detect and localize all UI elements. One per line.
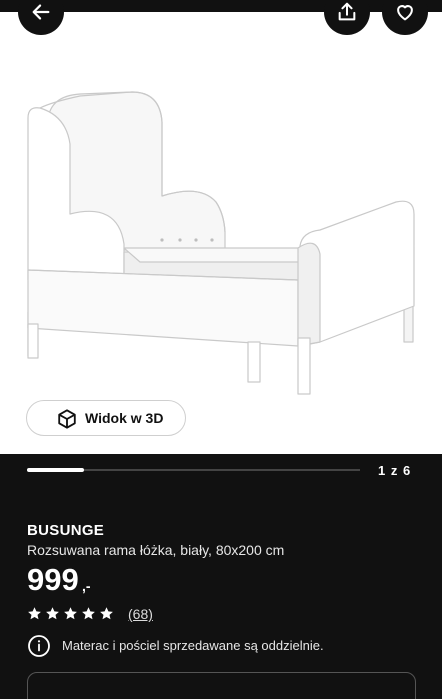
view-3d-button[interactable]: Widok w 3D [26, 400, 186, 436]
product-price: 999 [27, 562, 79, 597]
star-icon [100, 607, 113, 620]
gallery-page-count: 1 z 6 [378, 463, 412, 478]
gallery-pager: 1 z 6 [0, 454, 442, 486]
top-bar [0, 0, 442, 12]
rating-stars[interactable] [27, 606, 114, 622]
gallery-progress-fill [27, 468, 84, 472]
options-card[interactable] [27, 672, 416, 699]
info-icon [28, 635, 50, 657]
back-button[interactable] [18, 0, 64, 35]
product-name: BUSUNGE [27, 522, 105, 539]
share-icon [338, 2, 356, 21]
cube-icon [58, 409, 76, 429]
arrow-left-icon [32, 4, 50, 20]
product-image-area[interactable]: Widok w 3D [0, 0, 442, 454]
star-icon [28, 607, 41, 620]
heart-icon [397, 5, 413, 21]
favorite-button[interactable] [382, 0, 428, 35]
price-suffix: ,- [82, 578, 91, 594]
star-icon [82, 607, 95, 620]
view-3d-label: Widok w 3D [85, 410, 164, 426]
product-notice: Materac i pościel sprzedawane są oddziel… [27, 634, 427, 658]
star-icon [64, 607, 77, 620]
share-button[interactable] [324, 0, 370, 35]
bed-product-image [27, 91, 415, 395]
product-description: Rozsuwana rama łóżka, biały, 80x200 cm [27, 542, 285, 558]
notice-text: Materac i pościel sprzedawane są oddziel… [62, 638, 324, 653]
review-count-link[interactable]: (68) [128, 606, 153, 622]
star-icon [46, 607, 59, 620]
